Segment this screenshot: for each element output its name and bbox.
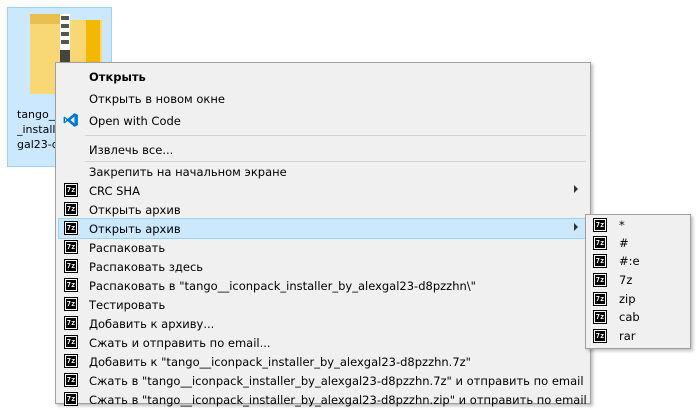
7zip-icon: 7z [593, 273, 607, 287]
menu-item-extract-to[interactable]: 7z Распаковать в "tango__iconpack_instal… [58, 275, 588, 296]
menu-item-crc-sha[interactable]: 7z CRC SHA [58, 180, 588, 201]
submenu-arrow-icon [574, 185, 578, 193]
submenu-item-zip[interactable]: 7z zip [588, 290, 688, 309]
submenu-item-label: zip [619, 292, 636, 306]
7zip-icon: 7z [593, 254, 607, 268]
menu-item-open-archive-submenu[interactable]: 7z Открыть архив [58, 218, 588, 239]
menu-item-compress-zip-email[interactable]: 7z Сжать в "tango__iconpack_installer_by… [58, 389, 588, 410]
menu-item-label: Открыть в новом окне [89, 92, 225, 106]
submenu-item-label: #:e [619, 254, 640, 268]
menu-item-extract-here[interactable]: 7z Распаковать здесь [58, 256, 588, 277]
submenu-item-cab[interactable]: 7z cab [588, 308, 688, 327]
menu-item-label: Открыть [89, 70, 146, 84]
menu-item-label: Открыть архив [89, 222, 181, 236]
7zip-icon: 7z [593, 329, 607, 343]
vscode-icon [63, 113, 78, 127]
menu-item-label: Добавить к "tango__iconpack_installer_by… [89, 355, 471, 369]
menu-item-add-to-archive[interactable]: 7z Добавить к архиву... [58, 313, 588, 334]
submenu-item-label: rar [619, 329, 636, 343]
menu-item-label: Распаковать в "tango__iconpack_installer… [89, 279, 476, 293]
7zip-icon: 7z [593, 310, 607, 324]
submenu-item-hash[interactable]: 7z # [588, 234, 688, 253]
menu-item-label: Сжать в "tango__iconpack_installer_by_al… [89, 374, 584, 388]
7zip-icon: 7z [593, 236, 607, 250]
menu-item-add-to-7z[interactable]: 7z Добавить к "tango__iconpack_installer… [58, 351, 588, 372]
context-menu: Открыть Открыть в новом окне Open with C… [55, 62, 591, 407]
submenu-item-7z[interactable]: 7z 7z [588, 271, 688, 290]
7zip-icon: 7z [64, 354, 78, 368]
menu-item-label: Добавить к архиву... [89, 317, 215, 331]
7zip-icon: 7z [593, 292, 607, 306]
7zip-icon: 7z [64, 183, 78, 197]
7zip-icon: 7z [64, 335, 78, 349]
submenu-item-hash-e[interactable]: 7z #:e [588, 252, 688, 271]
menu-separator [85, 135, 586, 136]
7zip-icon: 7z [64, 240, 78, 254]
menu-item-label: Открыть архив [89, 203, 181, 217]
menu-item-label: Извлечь все... [89, 143, 174, 157]
7zip-icon: 7z [64, 259, 78, 273]
7zip-icon: 7z [64, 221, 78, 235]
submenu-item-label: 7z [619, 273, 633, 287]
submenu-item-any[interactable]: 7z * [588, 216, 688, 235]
menu-item-pin-to-start[interactable]: Закрепить на начальном экране [58, 161, 588, 182]
7zip-icon: 7z [64, 278, 78, 292]
menu-item-compress-7z-email[interactable]: 7z Сжать в "tango__iconpack_installer_by… [58, 370, 588, 391]
menu-item-open[interactable]: Открыть [58, 66, 588, 87]
menu-item-label: Open with Code [89, 114, 181, 128]
menu-item-label: Сжать и отправить по email... [89, 336, 271, 350]
7zip-icon: 7z [593, 218, 607, 232]
7zip-icon: 7z [64, 297, 78, 311]
submenu-item-label: * [619, 218, 625, 232]
menu-item-extract-all[interactable]: Извлечь все... [58, 139, 588, 160]
menu-item-label: Распаковать [89, 241, 166, 255]
menu-item-open-new-window[interactable]: Открыть в новом окне [58, 88, 588, 109]
submenu-arrow-icon [574, 223, 578, 231]
menu-item-open-archive[interactable]: 7z Открыть архив [58, 199, 588, 220]
menu-item-extract[interactable]: 7z Распаковать [58, 237, 588, 258]
submenu-item-label: # [619, 236, 629, 250]
menu-item-open-with-code[interactable]: Open with Code [58, 110, 588, 131]
submenu-item-label: cab [619, 310, 640, 324]
7zip-icon: 7z [64, 373, 78, 387]
menu-item-compress-email[interactable]: 7z Сжать и отправить по email... [58, 332, 588, 353]
menu-item-label: CRC SHA [89, 184, 140, 198]
open-archive-submenu: 7z * 7z # 7z #:e 7z 7z 7z zip 7z cab 7z … [585, 214, 691, 349]
menu-item-label: Распаковать здесь [89, 260, 204, 274]
7zip-icon: 7z [64, 202, 78, 216]
menu-item-label: Тестировать [89, 298, 166, 312]
menu-item-test[interactable]: 7z Тестировать [58, 294, 588, 315]
menu-item-label: Закрепить на начальном экране [89, 165, 287, 179]
7zip-icon: 7z [64, 316, 78, 330]
submenu-item-rar[interactable]: 7z rar [588, 327, 688, 346]
menu-item-label: Сжать в "tango__iconpack_installer_by_al… [89, 393, 587, 407]
